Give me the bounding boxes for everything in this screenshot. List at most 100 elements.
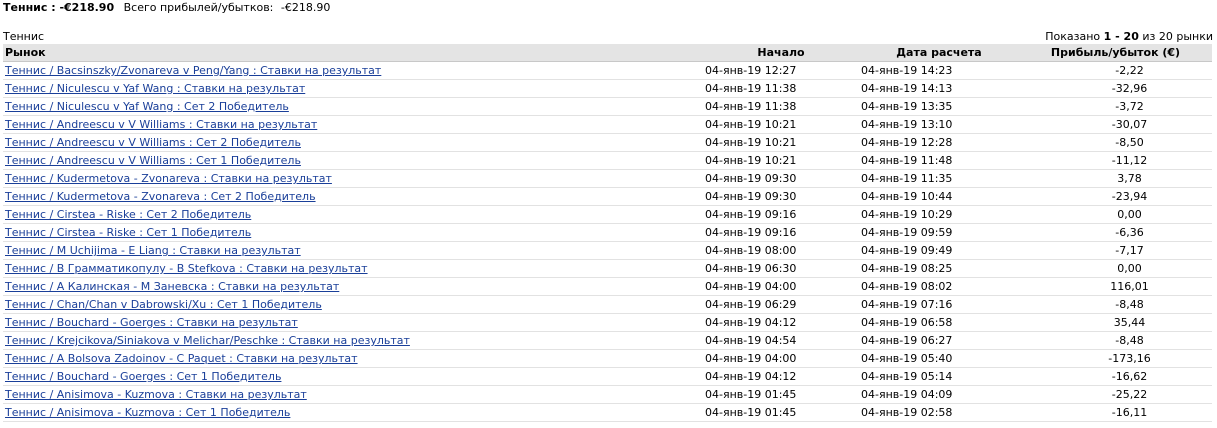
market-link[interactable]: Теннис / Cirstea - Riske : Сет 2 Победит… <box>5 208 251 221</box>
cell-profit-loss: -32,96 <box>1019 79 1212 98</box>
pager-suffix: из 20 рынки <box>1142 30 1213 43</box>
table-row: Теннис / Bacsinszky/Zvonareva v Peng/Yan… <box>3 61 1212 80</box>
table-row: Теннис / Anisimova - Kuzmova : Ставки на… <box>3 385 1212 404</box>
table-row: Теннис / Cirstea - Riske : Сет 1 Победит… <box>3 223 1212 242</box>
cell-market: Теннис / Cirstea - Riske : Сет 1 Победит… <box>3 223 703 242</box>
cell-start: 04-янв-19 09:30 <box>703 169 859 188</box>
header-market: Рынок <box>3 44 703 62</box>
cell-start: 04-янв-19 12:27 <box>703 61 859 80</box>
table-row: Теннис / A Bolsova Zadoinov - C Paquet :… <box>3 349 1212 368</box>
market-link[interactable]: Теннис / M Uchijima - E Liang : Ставки н… <box>5 244 301 257</box>
cell-start: 04-янв-19 01:45 <box>703 403 859 422</box>
cell-start: 04-янв-19 10:21 <box>703 133 859 152</box>
header-settled: Дата расчета <box>859 44 1019 62</box>
cell-profit-loss: -8,48 <box>1019 295 1212 314</box>
cell-start: 04-янв-19 04:54 <box>703 331 859 350</box>
cell-profit-loss: -2,22 <box>1019 61 1212 80</box>
cell-profit-loss: -8,48 <box>1019 331 1212 350</box>
table-row: Теннис / Niculescu v Yaf Wang : Ставки н… <box>3 79 1212 98</box>
market-link[interactable]: Теннис / Niculescu v Yaf Wang : Ставки н… <box>5 82 305 95</box>
cell-settled: 04-янв-19 04:09 <box>859 385 1019 404</box>
table-row: Теннис / В Грамматикопулу - B Stefkova :… <box>3 259 1212 278</box>
table-row: Теннис / Andreescu v V Williams : Ставки… <box>3 115 1212 134</box>
market-link[interactable]: Теннис / Anisimova - Kuzmova : Ставки на… <box>5 388 307 401</box>
cell-settled: 04-янв-19 10:44 <box>859 187 1019 206</box>
cell-settled: 04-янв-19 02:58 <box>859 403 1019 422</box>
table-row: Теннис / Krejcikova/Siniakova v Melichar… <box>3 331 1212 350</box>
market-link[interactable]: Теннис / В Грамматикопулу - B Stefkova :… <box>5 262 368 275</box>
cell-market: Теннис / Niculescu v Yaf Wang : Ставки н… <box>3 79 703 98</box>
table-row: Теннис / Cirstea - Riske : Сет 2 Победит… <box>3 205 1212 224</box>
cell-market: Теннис / Anisimova - Kuzmova : Сет 1 Поб… <box>3 403 703 422</box>
market-link[interactable]: Теннис / Bouchard - Goerges : Сет 1 Побе… <box>5 370 281 383</box>
pager-info: Показано 1 - 20 из 20 рынки <box>1045 30 1213 44</box>
cell-start: 04-янв-19 11:38 <box>703 79 859 98</box>
market-link[interactable]: Теннис / Andreescu v V Williams : Сет 2 … <box>5 136 301 149</box>
section-title: Теннис <box>3 30 45 43</box>
table-row: Теннис / Andreescu v V Williams : Сет 1 … <box>3 151 1212 170</box>
cell-settled: 04-янв-19 09:59 <box>859 223 1019 242</box>
cell-profit-loss: 0,00 <box>1019 205 1212 224</box>
market-link[interactable]: Теннис / Niculescu v Yaf Wang : Сет 2 По… <box>5 100 289 113</box>
market-link[interactable]: Теннис / Bouchard - Goerges : Ставки на … <box>5 316 298 329</box>
cell-market: Теннис / А Калинская - М Заневска : Став… <box>3 277 703 296</box>
cell-market: Теннис / Bouchard - Goerges : Ставки на … <box>3 313 703 332</box>
cell-start: 04-янв-19 08:00 <box>703 241 859 260</box>
market-link[interactable]: Теннис / A Bolsova Zadoinov - C Paquet :… <box>5 352 358 365</box>
cell-settled: 04-янв-19 13:35 <box>859 97 1019 116</box>
table-row: Теннис / Anisimova - Kuzmova : Сет 1 Поб… <box>3 403 1212 422</box>
cell-settled: 04-янв-19 06:58 <box>859 313 1019 332</box>
market-link[interactable]: Теннис / А Калинская - М Заневска : Став… <box>5 280 339 293</box>
sport-total: Теннис : -€218.90 <box>3 1 115 14</box>
cell-market: Теннис / Andreescu v V Williams : Сет 1 … <box>3 151 703 170</box>
table-row: Теннис / Chan/Chan v Dabrowski/Xu : Сет … <box>3 295 1212 314</box>
cell-settled: 04-янв-19 05:40 <box>859 349 1019 368</box>
market-link[interactable]: Теннис / Andreescu v V Williams : Ставки… <box>5 118 317 131</box>
cell-start: 04-янв-19 09:16 <box>703 205 859 224</box>
cell-market: Теннис / Andreescu v V Williams : Сет 2 … <box>3 133 703 152</box>
header-profit-loss: Прибыль/убыток (€) <box>1019 44 1212 62</box>
cell-settled: 04-янв-19 10:29 <box>859 205 1019 224</box>
cell-market: Теннис / M Uchijima - E Liang : Ставки н… <box>3 241 703 260</box>
cell-start: 04-янв-19 11:38 <box>703 97 859 116</box>
cell-settled: 04-янв-19 13:10 <box>859 115 1019 134</box>
cell-settled: 04-янв-19 14:23 <box>859 61 1019 80</box>
cell-settled: 04-янв-19 12:28 <box>859 133 1019 152</box>
market-link[interactable]: Теннис / Kudermetova - Zvonareva : Сет 2… <box>5 190 316 203</box>
cell-profit-loss: -30,07 <box>1019 115 1212 134</box>
table-row: Теннис / Andreescu v V Williams : Сет 2 … <box>3 133 1212 152</box>
market-link[interactable]: Теннис / Anisimova - Kuzmova : Сет 1 Поб… <box>5 406 290 419</box>
cell-settled: 04-янв-19 08:25 <box>859 259 1019 278</box>
cell-market: Теннис / Bouchard - Goerges : Сет 1 Побе… <box>3 367 703 386</box>
table-header-row: Рынок Начало Дата расчета Прибыль/убыток… <box>3 44 1212 62</box>
market-link[interactable]: Теннис / Cirstea - Riske : Сет 1 Победит… <box>5 226 251 239</box>
cell-start: 04-янв-19 04:12 <box>703 313 859 332</box>
market-link[interactable]: Теннис / Kudermetova - Zvonareva : Ставк… <box>5 172 332 185</box>
market-link[interactable]: Теннис / Bacsinszky/Zvonareva v Peng/Yan… <box>5 64 381 77</box>
table-row: Теннис / Bouchard - Goerges : Сет 1 Побе… <box>3 367 1212 386</box>
cell-profit-loss: -23,94 <box>1019 187 1212 206</box>
cell-profit-loss: -173,16 <box>1019 349 1212 368</box>
cell-start: 04-янв-19 04:00 <box>703 349 859 368</box>
market-link[interactable]: Теннис / Andreescu v V Williams : Сет 1 … <box>5 154 301 167</box>
cell-market: Теннис / Niculescu v Yaf Wang : Сет 2 По… <box>3 97 703 116</box>
market-link[interactable]: Теннис / Krejcikova/Siniakova v Melichar… <box>5 334 410 347</box>
cell-market: Теннис / В Грамматикопулу - B Stefkova :… <box>3 259 703 278</box>
cell-start: 04-янв-19 06:29 <box>703 295 859 314</box>
cell-settled: 04-янв-19 11:48 <box>859 151 1019 170</box>
cell-profit-loss: 116,01 <box>1019 277 1212 296</box>
results-table: Рынок Начало Дата расчета Прибыль/убыток… <box>3 44 1212 422</box>
pager-range: 1 - 20 <box>1103 30 1139 43</box>
cell-market: Теннис / Cirstea - Riske : Сет 2 Победит… <box>3 205 703 224</box>
cell-settled: 04-янв-19 11:35 <box>859 169 1019 188</box>
cell-profit-loss: -3,72 <box>1019 97 1212 116</box>
cell-market: Теннис / Anisimova - Kuzmova : Ставки на… <box>3 385 703 404</box>
cell-settled: 04-янв-19 07:16 <box>859 295 1019 314</box>
cell-market: Теннис / Kudermetova - Zvonareva : Сет 2… <box>3 187 703 206</box>
cell-profit-loss: -11,12 <box>1019 151 1212 170</box>
cell-start: 04-янв-19 10:21 <box>703 151 859 170</box>
cell-start: 04-янв-19 04:00 <box>703 277 859 296</box>
pager-prefix: Показано <box>1045 30 1101 43</box>
market-link[interactable]: Теннис / Chan/Chan v Dabrowski/Xu : Сет … <box>5 298 322 311</box>
cell-start: 04-янв-19 04:12 <box>703 367 859 386</box>
